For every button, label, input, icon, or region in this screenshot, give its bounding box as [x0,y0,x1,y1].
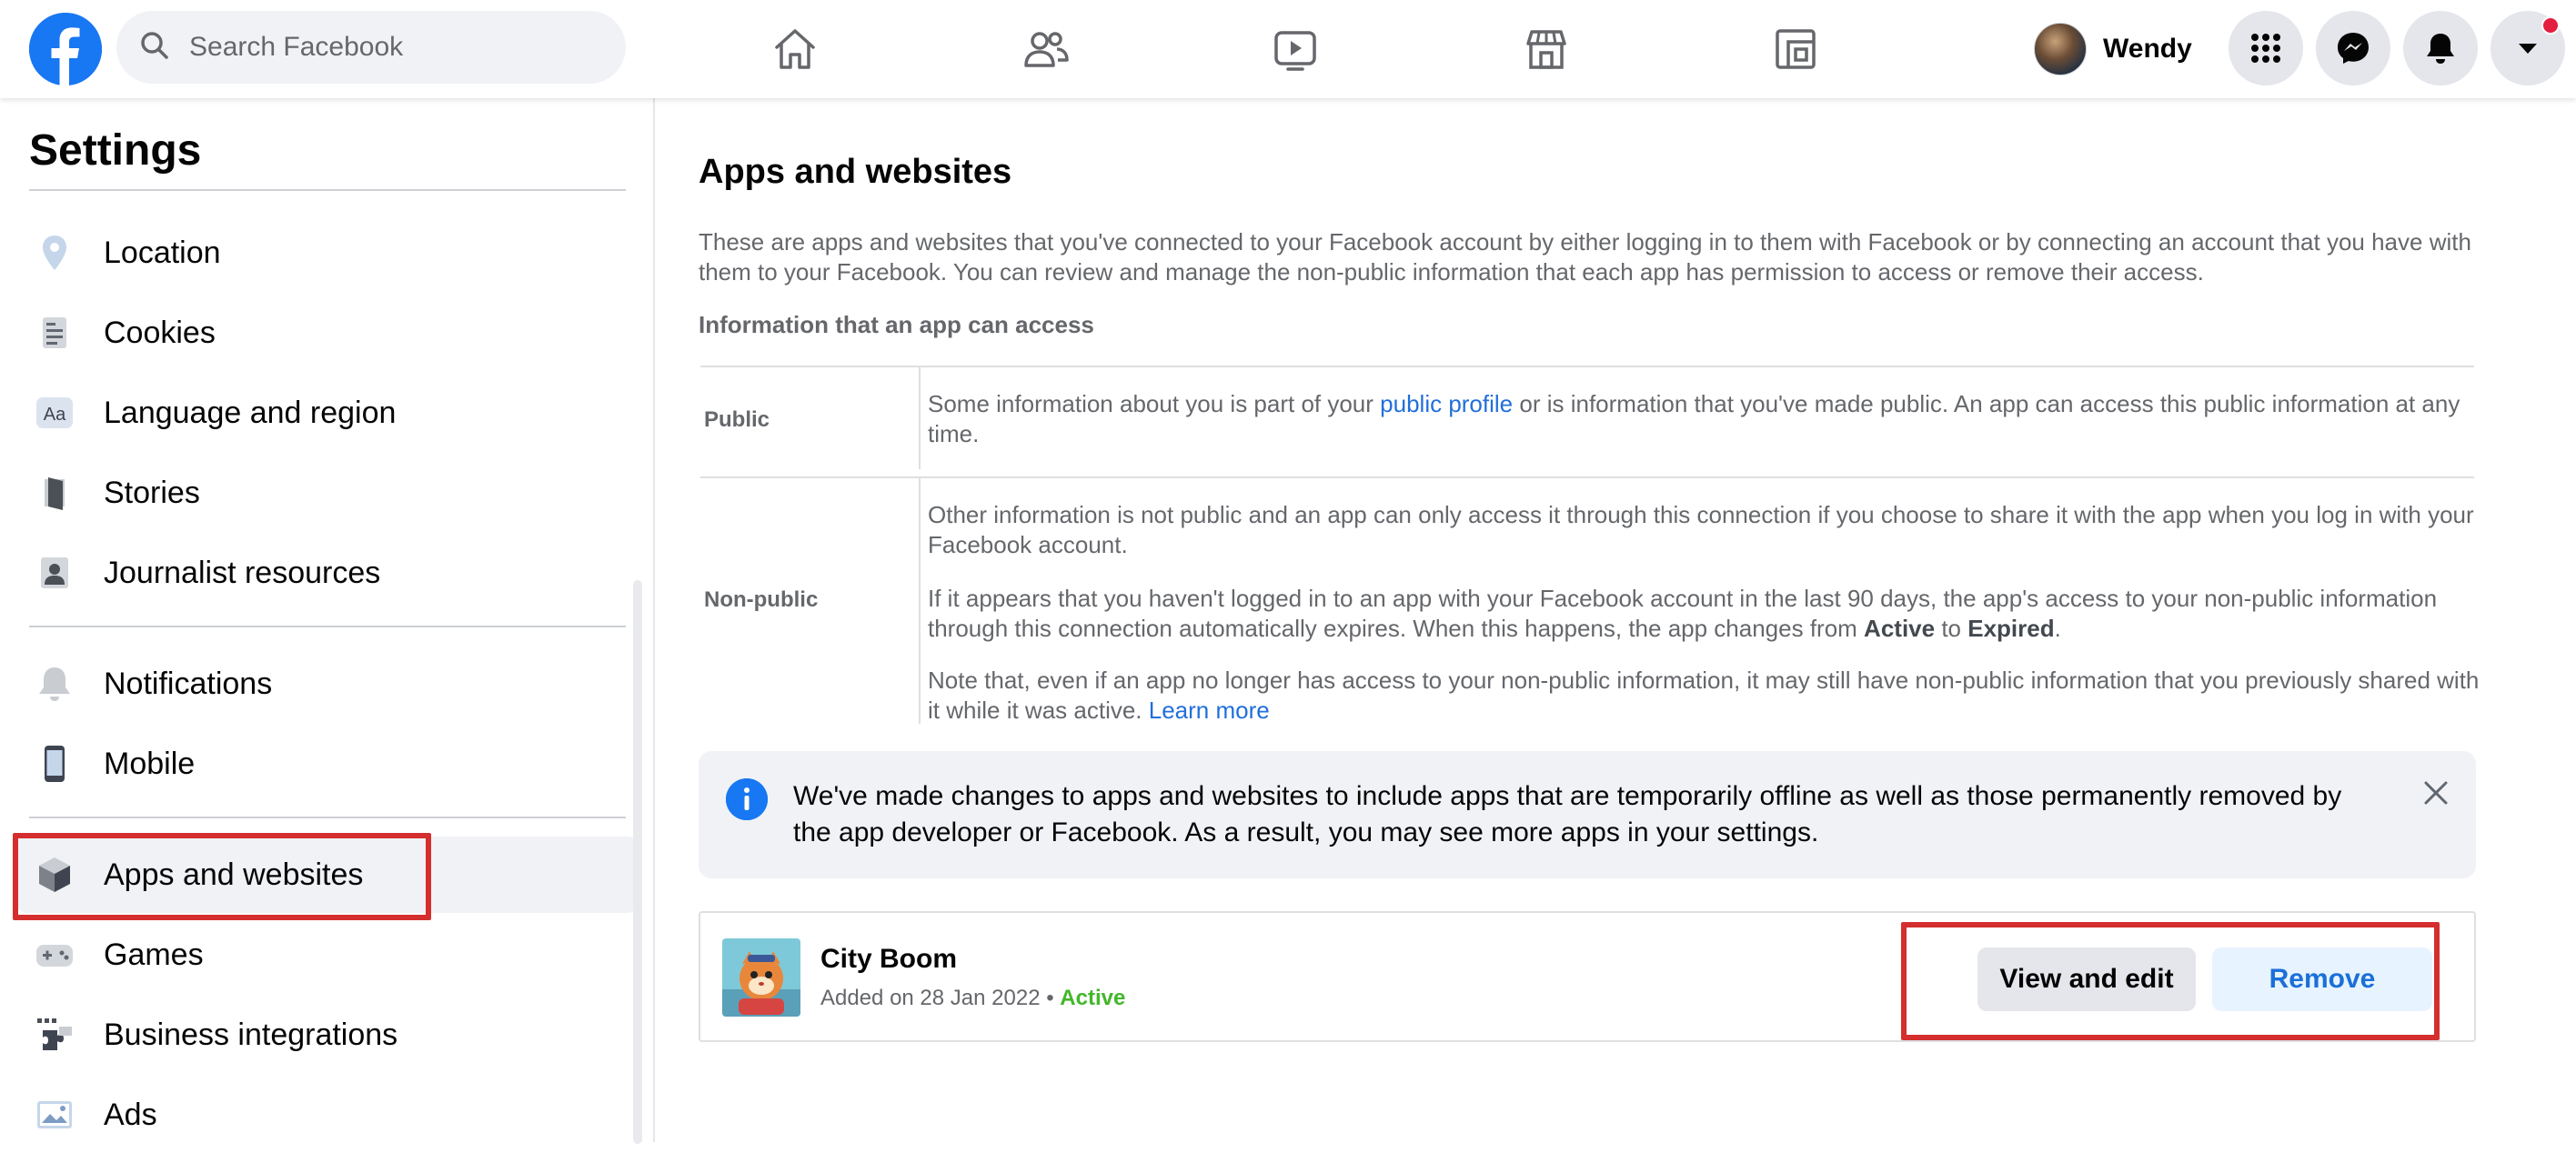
divider [700,476,2474,478]
gamepad-icon [33,933,76,977]
sidebar-item-business-integrations[interactable]: Business integrations [16,997,639,1073]
non-public-paragraph-2: If it appears that you haven't logged in… [921,584,2481,644]
app-added-date: Added on 28 Jan 2022 [820,986,1041,1010]
page-title: Apps and websites [699,153,1012,191]
sidebar-item-label: Language and region [104,395,397,430]
location-pin-icon [33,231,76,275]
search-bar[interactable] [116,11,626,84]
divider [29,189,626,191]
non-public-paragraph-1: Other information is not public and an a… [928,501,2474,558]
sidebar-item-language-and-region[interactable]: Aa Language and region [16,375,639,451]
language-icon: Aa [33,391,76,435]
info-icon [726,778,768,820]
highlight-annotation-apps [13,833,431,920]
sidebar-title: Settings [29,126,202,175]
ads-icon [33,1093,76,1137]
sidebar-item-label: Journalist resources [104,555,381,590]
info-notice-banner: We've made changes to apps and websites … [699,751,2476,878]
sidebar-item-cookies[interactable]: Cookies [16,295,639,371]
sidebar-item-label: Cookies [104,315,216,350]
business-integrations-icon [33,1013,76,1057]
app-thumbnail [722,938,800,1017]
search-icon [138,29,171,66]
settings-sidebar: Settings Location Cookies Aa Language an… [0,98,655,1144]
notification-dot [2541,16,2560,35]
svg-text:Aa: Aa [44,405,66,425]
sidebar-item-label: Business integrations [104,1017,398,1052]
p2-to: to [1935,615,1968,642]
sidebar-item-label: Location [104,235,221,270]
profile-name: Wendy [2103,34,2192,64]
mobile-phone-icon [33,742,76,786]
profile-shortcut[interactable]: Wendy [2034,16,2192,82]
public-description: Some information about you is part of yo… [921,389,2481,449]
sidebar-item-label: Stories [104,475,200,510]
non-public-paragraph-3: Note that, even if an app no longer has … [921,666,2481,726]
journalist-icon [33,551,76,595]
active-term: Active [1864,615,1936,642]
sidebar-item-games[interactable]: Games [16,917,639,993]
sidebar-item-journalist-resources[interactable]: Journalist resources [16,535,639,611]
sidebar-item-mobile[interactable]: Mobile [16,726,639,802]
marketplace-icon[interactable] [1514,16,1579,82]
public-label: Public [704,407,770,432]
sidebar-item-ads[interactable]: Ads [16,1077,639,1153]
app-meta: Added on 28 Jan 2022 • Active [820,986,1125,1011]
sidebar-item-label: Ads [104,1097,157,1132]
divider [29,626,626,627]
non-public-label: Non-public [704,587,819,612]
public-text-before: Some information about you is part of yo… [928,390,1381,417]
stories-book-icon [33,471,76,515]
sidebar-item-location[interactable]: Location [16,215,639,291]
close-icon[interactable] [2418,775,2454,811]
search-input[interactable] [187,31,606,64]
divider [29,817,626,818]
p2-end: . [2054,615,2061,642]
sidebar-item-label: Notifications [104,666,273,701]
learn-more-link[interactable]: Learn more [1149,697,1270,724]
info-heading: Information that an app can access [699,311,1094,338]
sidebar-item-notifications[interactable]: Notifications [16,646,639,722]
sidebar-item-stories[interactable]: Stories [16,455,639,531]
status-badge: Active [1060,986,1126,1010]
sidebar-item-label: Games [104,937,204,972]
public-profile-link[interactable]: public profile [1380,390,1513,417]
friends-icon[interactable] [1013,16,1079,82]
gaming-icon[interactable] [1763,16,1828,82]
expired-term: Expired [1967,615,2055,642]
sidebar-scrollbar[interactable] [633,580,642,1144]
sidebar-item-label: Mobile [104,746,196,781]
notifications-bell-icon[interactable] [2403,11,2478,85]
menu-grid-icon[interactable] [2229,11,2303,85]
account-dropdown-icon[interactable] [2490,11,2565,85]
bell-icon [33,662,76,706]
app-name: City Boom [820,944,957,974]
home-icon[interactable] [762,16,828,82]
p2-text: If it appears that you haven't logged in… [928,585,2438,642]
facebook-logo-icon[interactable] [29,13,102,85]
cookies-icon [33,311,76,355]
intro-text: These are apps and websites that you've … [699,228,2471,286]
watch-icon[interactable] [1263,16,1328,82]
messenger-icon[interactable] [2316,11,2390,85]
avatar [2034,23,2087,75]
notice-text: We've made changes to apps and websites … [793,781,2342,847]
meta-separator: • [1046,986,1054,1010]
top-navigation-bar: Wendy [0,0,2576,98]
highlight-annotation-buttons [1901,922,2440,1040]
divider [700,366,2474,367]
